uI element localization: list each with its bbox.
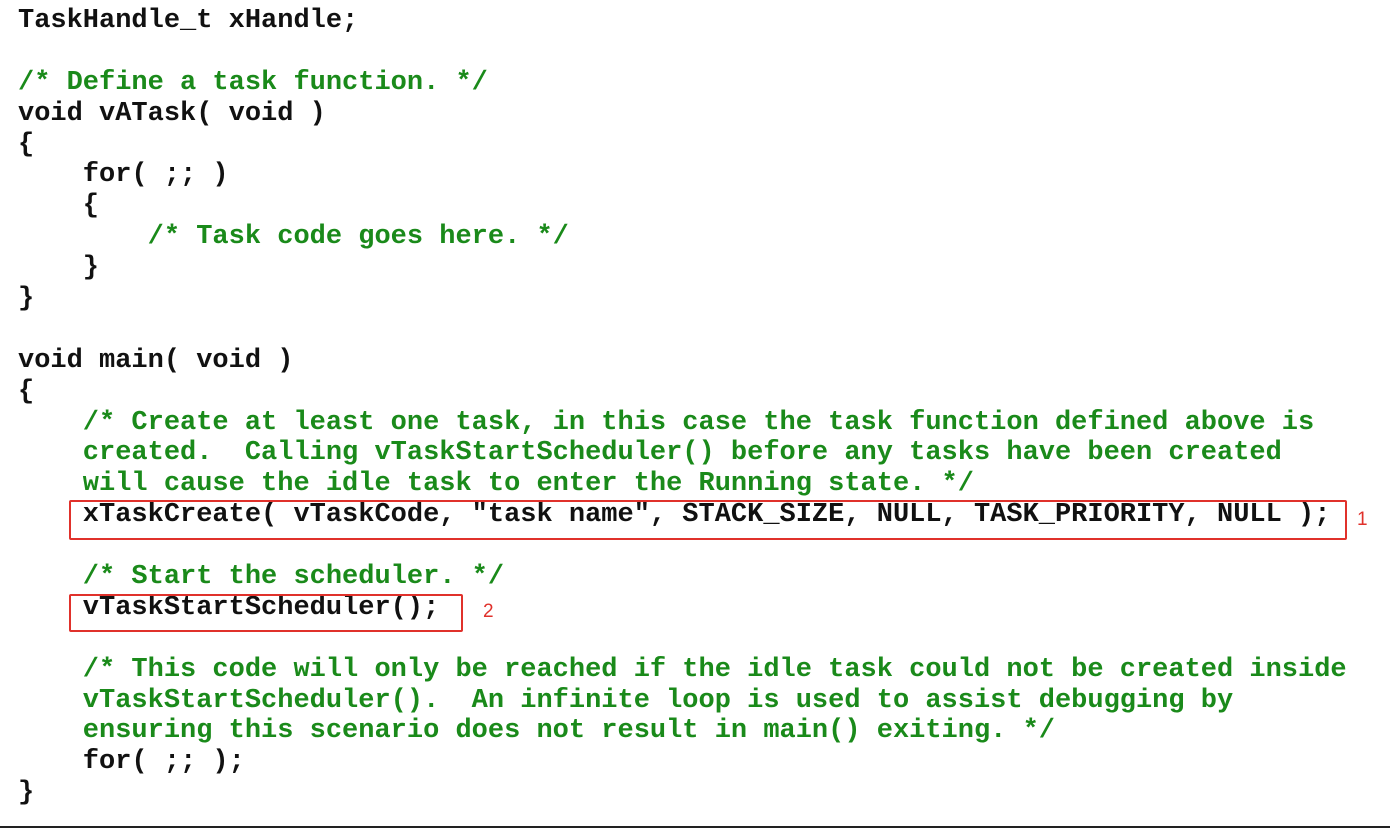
code-comment-line: /* Start the scheduler. */	[18, 562, 505, 593]
code-comment-line: ensuring this scenario does not result i…	[18, 716, 1055, 747]
code-comment-line: /* Create at least one task, in this cas…	[18, 407, 1315, 438]
code-comment-line: will cause the idle task to enter the Ru…	[18, 469, 974, 500]
highlight-box-xtaskcreate	[69, 500, 1347, 540]
code-line: void main( void )	[18, 345, 294, 376]
code-line: for( ;; );	[18, 747, 245, 778]
code-comment-line: /* Define a task function. */	[18, 67, 488, 98]
highlight-box-vtaskstartscheduler	[69, 594, 463, 632]
code-comment-line: /* Task code goes here. */	[18, 222, 569, 253]
annotation-marker-2: 2	[483, 601, 494, 622]
code-line: {	[18, 191, 100, 222]
code-line: void vATask( void )	[18, 98, 326, 129]
annotation-marker-1: 1	[1357, 509, 1368, 530]
bottom-divider	[0, 826, 1390, 828]
code-line: TaskHandle_t xHandle;	[18, 6, 359, 36]
code-line: for( ;; )	[18, 160, 229, 191]
code-line: {	[18, 129, 35, 160]
code-line: }	[18, 778, 35, 809]
code-listing: TaskHandle_t xHandle; /* Define a task f…	[18, 6, 1347, 809]
code-line: }	[18, 253, 100, 284]
code-line: }	[18, 284, 35, 315]
code-comment-line: created. Calling vTaskStartScheduler() b…	[18, 438, 1282, 469]
code-comment-line: vTaskStartScheduler(). An infinite loop …	[18, 685, 1234, 716]
code-line: {	[18, 376, 35, 407]
code-comment-line: /* This code will only be reached if the…	[18, 654, 1347, 685]
